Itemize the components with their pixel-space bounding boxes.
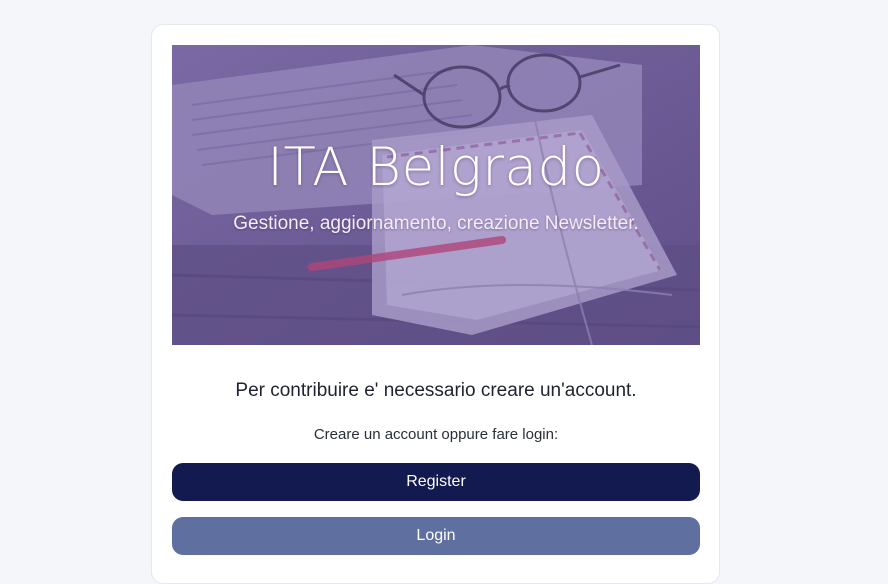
hero-banner: ITA Belgrado Gestione, aggiornamento, cr… xyxy=(172,45,700,345)
hero-subtitle: Gestione, aggiornamento, creazione Newsl… xyxy=(233,213,639,234)
register-button[interactable]: Register xyxy=(172,463,700,501)
login-button[interactable]: Login xyxy=(172,517,700,555)
login-instruction: Creare un account oppure fare login: xyxy=(313,426,559,443)
account-required-message: Per contribuire e' necessario creare un'… xyxy=(235,380,637,401)
auth-card: ITA Belgrado Gestione, aggiornamento, cr… xyxy=(151,24,720,584)
hero-title: ITA Belgrado xyxy=(267,137,605,198)
